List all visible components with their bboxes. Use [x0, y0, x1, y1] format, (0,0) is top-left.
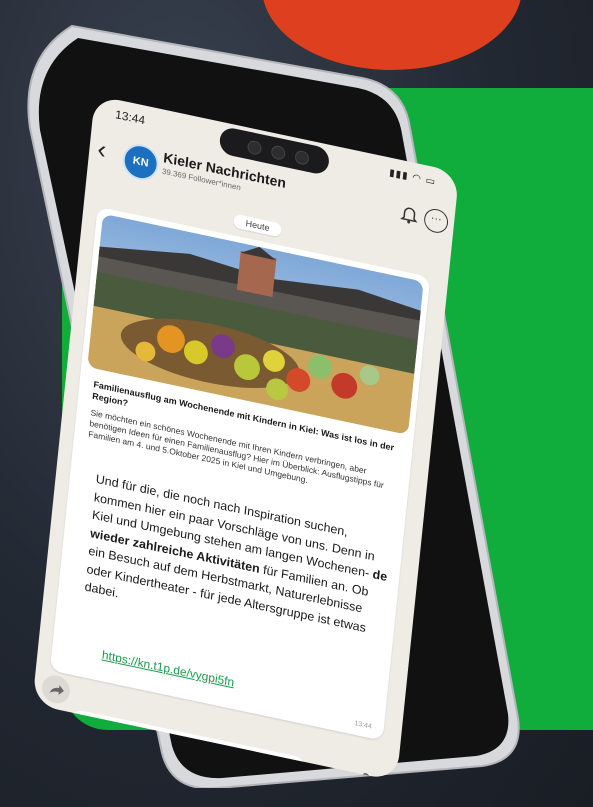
signal-icons: ▮▮▮ ◠ ▭	[388, 167, 437, 189]
more-icon[interactable]: ···	[423, 206, 450, 236]
date-label: Heute	[233, 213, 283, 238]
channel-logo[interactable]: KN	[121, 140, 161, 184]
bell-icon[interactable]	[397, 201, 421, 227]
phone-mockup: 13:44 ▮▮▮ ◠ ▭ ‹ KN Kieler Nachrichten 39…	[0, 0, 593, 807]
message-bubble[interactable]: Familienausflug am Wochenende mit Kinder…	[49, 206, 431, 741]
status-time: 13:44	[114, 107, 146, 128]
phone-screen: 13:44 ▮▮▮ ◠ ▭ ‹ KN Kieler Nachrichten 39…	[32, 95, 460, 782]
message-timestamp: 13:44	[354, 720, 373, 731]
article-link[interactable]: https://kn.t1p.de/vygpi5fn	[101, 648, 234, 690]
message-text: Und für die, die noch nach Inspiration s…	[84, 470, 394, 659]
back-arrow-icon[interactable]: ‹	[96, 134, 108, 165]
